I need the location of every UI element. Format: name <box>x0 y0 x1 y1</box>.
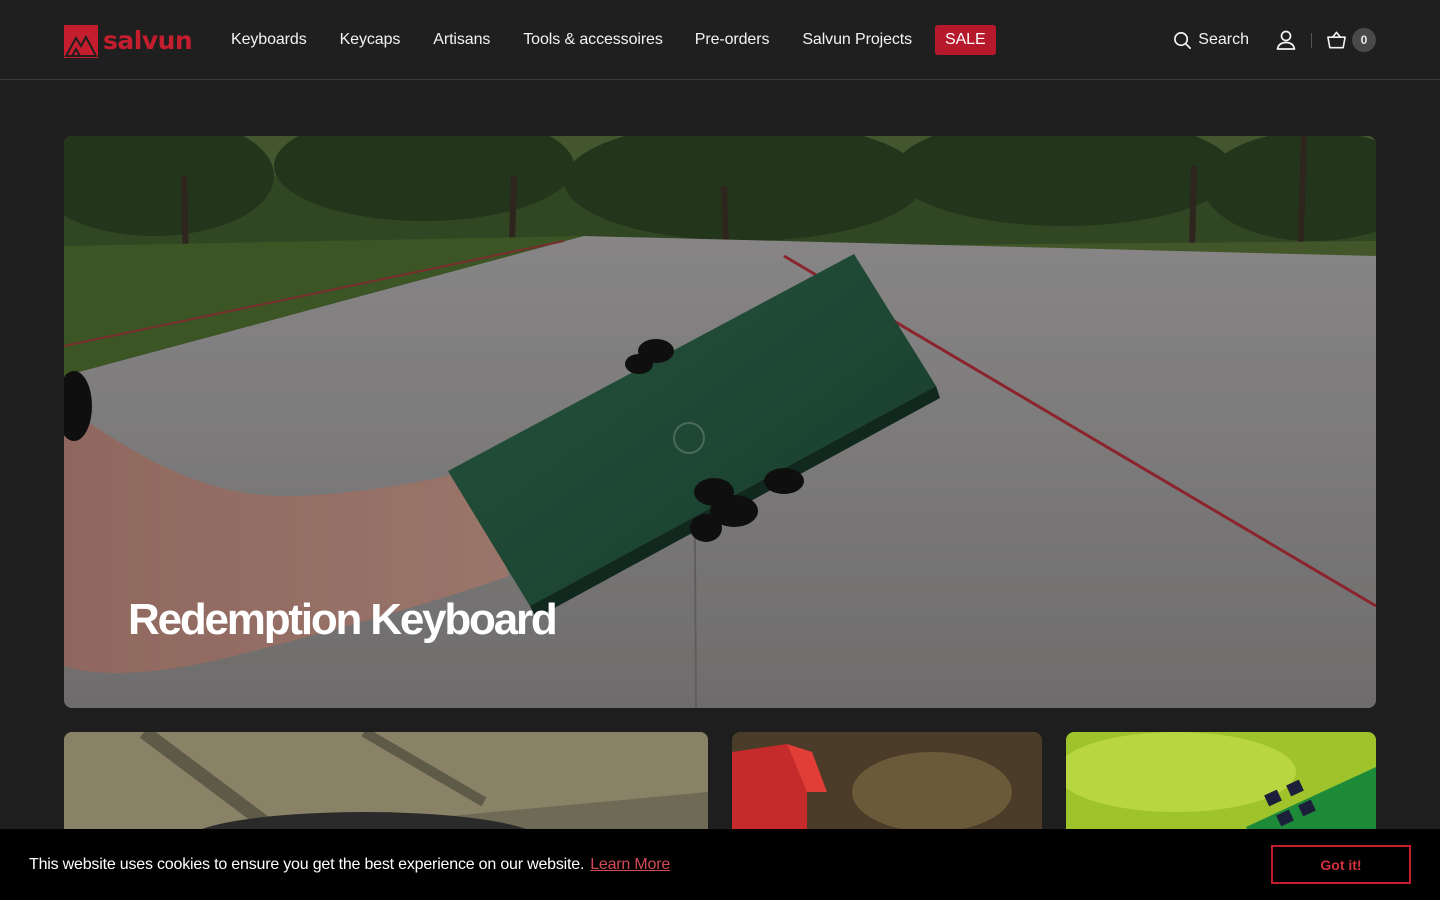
cart-button[interactable]: 0 <box>1326 28 1376 52</box>
nav-item-salvun-projects[interactable]: Salvun Projects <box>802 31 912 49</box>
brand-logo[interactable]: salvun <box>64 24 193 58</box>
cookie-message: This website uses cookies to ensure you … <box>29 855 585 873</box>
hero-title: Redemption Keyboard <box>128 595 558 644</box>
main-nav: Keyboards Keycaps Artisans Tools & acces… <box>231 25 996 55</box>
nav-item-keycaps[interactable]: Keycaps <box>340 31 401 49</box>
cart-count-badge: 0 <box>1352 28 1376 52</box>
search-icon <box>1174 31 1192 49</box>
logo-mark-icon <box>64 24 98 58</box>
user-icon[interactable] <box>1275 29 1297 51</box>
nav-item-pre-orders[interactable]: Pre-orders <box>695 31 770 49</box>
nav-item-artisans[interactable]: Artisans <box>433 31 490 49</box>
search-button[interactable]: Search <box>1173 31 1249 50</box>
basket-icon <box>1327 31 1346 49</box>
site-header: salvun Keyboards Keycaps Artisans Tools … <box>0 0 1440 80</box>
cookie-accept-button[interactable]: Got it! <box>1271 845 1411 884</box>
header-divider <box>1311 32 1312 48</box>
header-actions: Search 0 <box>1173 26 1376 54</box>
cookie-learn-more-link[interactable]: Learn More <box>590 856 670 874</box>
nav-item-sale[interactable]: SALE <box>935 25 996 55</box>
brand-name: salvun <box>103 25 193 55</box>
nav-item-keyboards[interactable]: Keyboards <box>231 31 307 49</box>
cookie-banner: This website uses cookies to ensure you … <box>0 829 1440 900</box>
nav-item-tools-accessoires[interactable]: Tools & accessoires <box>523 31 663 49</box>
search-label: Search <box>1198 31 1249 48</box>
hero-banner[interactable]: Redemption Keyboard <box>64 136 1376 708</box>
